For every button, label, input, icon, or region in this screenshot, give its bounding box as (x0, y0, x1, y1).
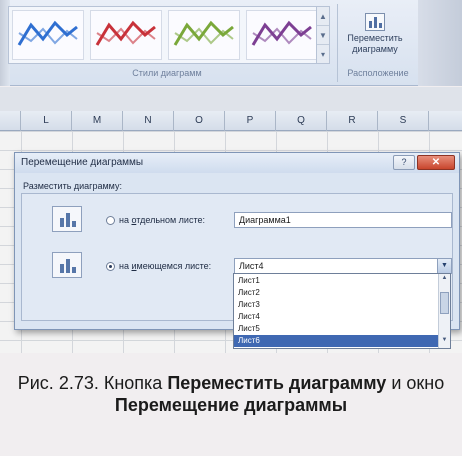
new-sheet-name-input[interactable]: Диаграмма1 (234, 212, 452, 228)
column-header[interactable]: Q (276, 111, 327, 131)
line-chart-icon (173, 20, 234, 46)
column-header[interactable]: O (174, 111, 225, 131)
scroll-up-icon[interactable]: ▲ (439, 275, 450, 281)
dialog-title: Перемещение диаграммы (21, 157, 144, 168)
column-headers: L M N O P Q R S (0, 111, 462, 131)
dropdown-item[interactable]: Лист2 (234, 287, 438, 299)
column-header[interactable]: L (21, 111, 72, 131)
caption-bold-dialog-name: Перемещение диаграммы (114, 395, 348, 415)
line-chart-icon (251, 20, 312, 46)
scroll-down-icon[interactable]: ▼ (317, 26, 329, 45)
move-chart-icon (365, 13, 385, 31)
chart-styles-gallery (8, 6, 326, 64)
sheet-dropdown-list: Лист1 Лист2 Лист3 Лист4 Лист5 Лист6 ▲ ▼ (233, 273, 451, 349)
dropdown-item[interactable]: Лист5 (234, 323, 438, 335)
dialog-titlebar: Перемещение диаграммы ? ✕ (15, 153, 459, 173)
move-chart-button-label: Переместить диаграмму (347, 33, 403, 54)
chart-style-thumb-4[interactable] (246, 10, 318, 60)
dropdown-scrollbar[interactable]: ▲ ▼ (438, 274, 450, 348)
group-separator (337, 4, 338, 82)
close-button[interactable]: ✕ (417, 155, 455, 170)
existing-sheet-icon (52, 252, 82, 278)
new-sheet-label: на отдельном листе: (119, 215, 205, 225)
column-header[interactable]: P (225, 111, 276, 131)
line-chart-icon (17, 20, 78, 46)
location-group-label: Расположение (347, 68, 409, 78)
column-header[interactable]: N (123, 111, 174, 131)
move-chart-dialog: Перемещение диаграммы ? ✕ Разместить диа… (14, 152, 460, 349)
dropdown-item[interactable]: Лист1 (234, 275, 438, 287)
chart-styles-group-label: Стили диаграмм (132, 68, 202, 78)
scrollbar-thumb[interactable] (440, 292, 449, 314)
scroll-down-icon[interactable]: ▼ (439, 337, 450, 343)
move-chart-button[interactable]: Переместить диаграмму (340, 8, 410, 66)
existing-sheet-select-value: Лист4 (239, 261, 264, 271)
dropdown-item[interactable]: Лист3 (234, 299, 438, 311)
chevron-down-icon[interactable]: ▼ (437, 259, 451, 273)
radio-new-sheet[interactable] (106, 216, 115, 225)
column-header[interactable]: R (327, 111, 378, 131)
dropdown-item-selected[interactable]: Лист6 (234, 335, 438, 347)
chart-style-thumb-3[interactable] (168, 10, 240, 60)
ribbon: ▲ ▼ ▾ Стили диаграмм Переместить диаграм… (0, 0, 462, 86)
gallery-more-icon[interactable]: ▾ (317, 45, 329, 64)
chart-style-thumb-2[interactable] (90, 10, 162, 60)
figure-caption: Рис. 2.73. Кнопка Переместить диаграмму … (17, 373, 445, 415)
formula-bar-area (0, 87, 462, 111)
existing-sheet-select[interactable]: Лист4 ▼ (234, 258, 452, 274)
scroll-up-icon[interactable]: ▲ (317, 7, 329, 26)
dropdown-item[interactable]: Лист4 (234, 311, 438, 323)
chart-style-thumb-1[interactable] (12, 10, 84, 60)
column-header-corner (0, 111, 21, 131)
placement-prompt: Разместить диаграмму: (23, 181, 122, 191)
gallery-scrollbar[interactable]: ▲ ▼ ▾ (316, 6, 330, 64)
line-chart-icon (95, 20, 156, 46)
ribbon-right-edge (418, 0, 462, 86)
caption-bold-button-name: Переместить диаграмму (167, 373, 387, 393)
help-button[interactable]: ? (393, 155, 415, 170)
column-header[interactable]: M (72, 111, 123, 131)
column-header[interactable]: S (378, 111, 429, 131)
new-sheet-icon (52, 206, 82, 232)
existing-sheet-label: на имеющемся листе: (119, 261, 212, 271)
radio-existing-sheet[interactable] (106, 262, 115, 271)
